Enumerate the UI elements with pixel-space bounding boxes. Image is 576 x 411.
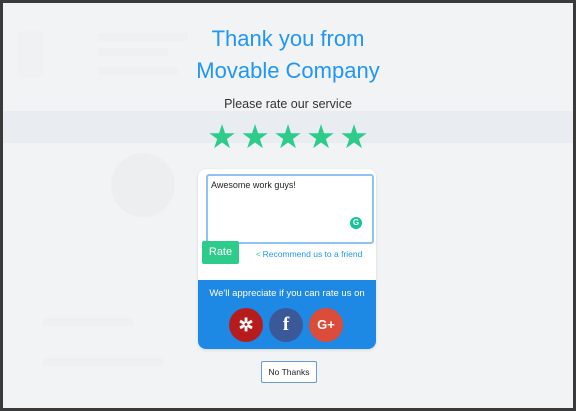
rate-prompt: Please rate our service [224, 97, 352, 111]
review-card: Awesome work guys! G Rate < Recommend us … [198, 169, 376, 349]
star-3[interactable]: ★ [272, 118, 305, 156]
rate-button[interactable]: Rate [202, 241, 239, 264]
grammarly-icon[interactable]: G [350, 217, 362, 229]
yelp-icon[interactable]: ✲ [229, 308, 263, 342]
star-1[interactable]: ★ [206, 118, 239, 156]
star-2[interactable]: ★ [239, 118, 272, 156]
star-rating: ★ ★ ★ ★ ★ [3, 118, 573, 156]
facebook-icon[interactable]: f [269, 308, 303, 342]
page-frame: Thank you from Movable Company Please ra… [3, 3, 573, 408]
star-4[interactable]: ★ [305, 118, 338, 156]
recommend-link[interactable]: < Recommend us to a friend [256, 249, 362, 259]
google-plus-icon[interactable]: G+ [309, 308, 343, 342]
modal-title-line1: Thank you from [211, 26, 365, 51]
no-thanks-button[interactable]: No Thanks [261, 361, 317, 383]
social-rating-panel: We'll appreciate if you can rate us on ✲… [198, 280, 376, 349]
appreciate-text: We'll appreciate if you can rate us on [209, 288, 365, 299]
share-icon: < [256, 250, 261, 259]
modal-title-line2: Movable Company [196, 58, 380, 83]
review-textarea[interactable]: Awesome work guys! [206, 174, 374, 244]
star-5[interactable]: ★ [338, 118, 371, 156]
recommend-link-label: Recommend us to a friend [262, 249, 363, 259]
